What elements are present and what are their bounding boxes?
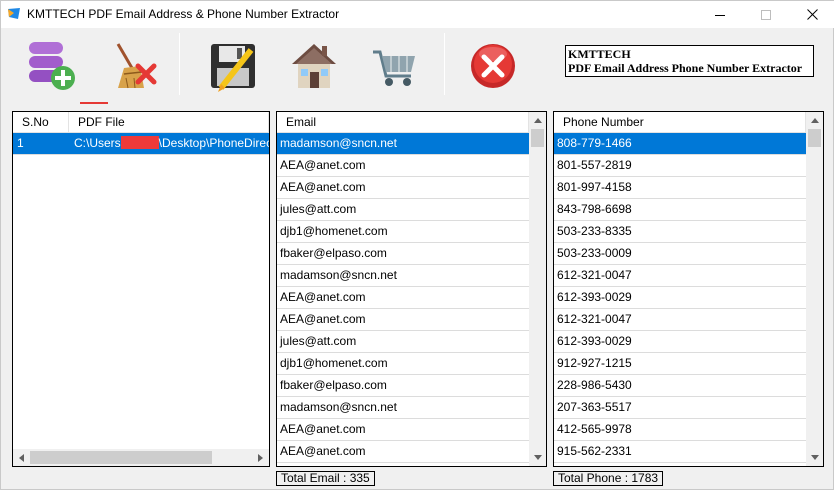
list-item[interactable]: fbaker@elpaso.com xyxy=(277,243,529,265)
row-pdf-path: C:\Users \Desktop\PhoneDirector xyxy=(74,133,269,154)
list-item[interactable]: 612-393-0029 xyxy=(554,287,806,309)
window-title: KMTTECH PDF Email Address & Phone Number… xyxy=(27,7,340,21)
list-item[interactable]: AEA@anet.com xyxy=(277,441,529,463)
buy-button[interactable] xyxy=(367,38,423,94)
close-window-button[interactable] xyxy=(789,1,834,28)
active-underline xyxy=(80,102,108,104)
chevron-down-icon xyxy=(810,454,819,460)
list-item[interactable]: AEA@anet.com xyxy=(277,287,529,309)
files-list-header: S.No PDF File xyxy=(13,112,269,133)
save-button[interactable] xyxy=(205,38,261,94)
list-item[interactable]: AEA@anet.com xyxy=(277,155,529,177)
total-phone-count: Total Phone : 1783 xyxy=(553,471,664,486)
broom-clear-icon xyxy=(116,43,157,89)
column-header-email[interactable]: Email xyxy=(277,112,529,133)
scroll-left-arrow[interactable] xyxy=(13,449,30,466)
list-item[interactable]: 207-363-5517 xyxy=(554,397,806,419)
path-suffix: \Desktop\PhoneDirector xyxy=(158,136,269,150)
total-email-count: Total Email : 335 xyxy=(276,471,375,486)
list-item[interactable]: 843-798-6698 xyxy=(554,199,806,221)
list-item[interactable]: jules@att.com xyxy=(277,331,529,353)
list-item[interactable]: djb1@homenet.com xyxy=(277,221,529,243)
chevron-up-icon xyxy=(810,117,819,123)
chevron-right-icon xyxy=(257,453,263,462)
app-window: KMTTECH PDF Email Address & Phone Number… xyxy=(0,0,834,490)
add-pdf-button[interactable] xyxy=(23,38,79,94)
brand-box: KMTTECH PDF Email Address Phone Number E… xyxy=(565,45,814,77)
shopping-cart-icon xyxy=(373,50,415,86)
list-item[interactable]: 801-997-4158 xyxy=(554,177,806,199)
clear-button[interactable] xyxy=(104,38,160,94)
list-item[interactable]: 503-233-0009 xyxy=(554,243,806,265)
vertical-scroll-thumb[interactable] xyxy=(531,129,544,147)
horizontal-scroll-thumb[interactable] xyxy=(30,451,212,464)
exit-button[interactable] xyxy=(465,38,521,94)
list-item[interactable]: 912-927-1215 xyxy=(554,353,806,375)
chevron-up-icon xyxy=(533,117,542,123)
scroll-down-arrow[interactable] xyxy=(529,449,546,466)
scroll-up-arrow[interactable] xyxy=(806,112,823,129)
list-item[interactable]: 412-565-9978 xyxy=(554,419,806,441)
list-item[interactable]: AEA@anet.com xyxy=(277,419,529,441)
redacted-username xyxy=(120,136,159,149)
list-item[interactable]: madamson@sncn.net xyxy=(277,397,529,419)
list-item[interactable]: AEA@anet.com xyxy=(277,309,529,331)
list-item[interactable]: madamson@sncn.net xyxy=(277,265,529,287)
database-add-icon xyxy=(29,42,75,90)
toolbar-separator xyxy=(179,33,180,95)
list-item[interactable]: AEA@anet.com xyxy=(277,177,529,199)
scroll-right-arrow[interactable] xyxy=(252,449,269,466)
minimize-icon xyxy=(715,14,725,16)
email-vertical-scrollbar[interactable] xyxy=(529,112,546,466)
chevron-left-icon xyxy=(18,453,24,462)
list-item[interactable]: jules@att.com xyxy=(277,199,529,221)
row-sno: 1 xyxy=(17,136,24,150)
maximize-icon xyxy=(761,9,771,20)
list-item[interactable]: 801-557-2819 xyxy=(554,155,806,177)
list-item[interactable]: 503-233-8335 xyxy=(554,221,806,243)
scroll-up-arrow[interactable] xyxy=(529,112,546,129)
floppy-save-icon xyxy=(211,44,255,92)
vertical-scroll-thumb[interactable] xyxy=(808,129,821,147)
phone-list[interactable]: Phone Number 808-779-1466 801-557-2819 801… xyxy=(553,111,824,467)
email-list-header: Email xyxy=(277,112,529,133)
phone-vertical-scrollbar[interactable] xyxy=(806,112,823,466)
list-item[interactable]: 808-779-1466 xyxy=(554,133,806,155)
pdf-files-list[interactable]: S.No PDF File 1 C:\Users \Desktop\PhoneDi… xyxy=(12,111,270,467)
path-prefix: C:\Users xyxy=(74,136,121,150)
maximize-button[interactable] xyxy=(743,1,789,28)
scroll-down-arrow[interactable] xyxy=(806,449,823,466)
table-row[interactable]: 1 C:\Users \Desktop\PhoneDirector xyxy=(13,133,269,155)
column-header-pdf-file[interactable]: PDF File xyxy=(69,112,269,133)
list-item[interactable]: djb1@homenet.com xyxy=(277,353,529,375)
column-header-phone[interactable]: Phone Number xyxy=(554,112,806,133)
list-item[interactable]: 612-321-0047 xyxy=(554,265,806,287)
house-icon xyxy=(292,44,336,88)
email-list[interactable]: Email madamson@sncn.net AEA@anet.com AEA@a… xyxy=(276,111,547,467)
list-item[interactable]: 228-986-5430 xyxy=(554,375,806,397)
toolbar: KMTTECH PDF Email Address Phone Number E… xyxy=(1,28,834,106)
list-item[interactable]: madamson@sncn.net xyxy=(277,133,529,155)
brand-name: KMTTECH xyxy=(568,47,631,61)
list-item[interactable]: 612-393-0029 xyxy=(554,331,806,353)
toolbar-separator xyxy=(444,33,445,95)
files-horizontal-scrollbar[interactable] xyxy=(13,449,269,466)
list-item[interactable]: fbaker@elpaso.com xyxy=(277,375,529,397)
list-item[interactable]: 915-562-2331 xyxy=(554,441,806,463)
title-bar: KMTTECH PDF Email Address & Phone Number… xyxy=(1,1,834,28)
column-header-sno[interactable]: S.No xyxy=(13,112,69,133)
app-logo-icon xyxy=(8,8,20,19)
list-item[interactable]: 612-321-0047 xyxy=(554,309,806,331)
home-button[interactable] xyxy=(286,38,342,94)
red-x-close-icon xyxy=(471,44,515,88)
minimize-button[interactable] xyxy=(697,1,743,28)
chevron-down-icon xyxy=(533,454,542,460)
phone-list-header: Phone Number xyxy=(554,112,806,133)
brand-product: PDF Email Address Phone Number Extractor xyxy=(568,61,803,75)
close-icon xyxy=(806,9,818,20)
